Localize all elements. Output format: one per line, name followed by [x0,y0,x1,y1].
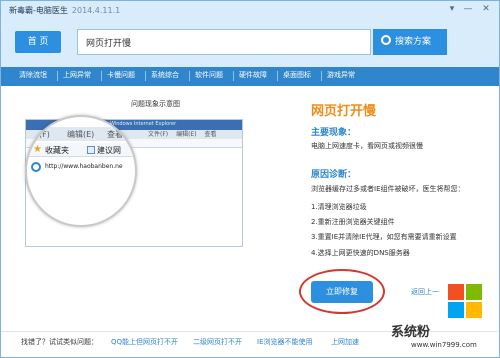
suggest-label: 建议网 [97,146,121,155]
divider [233,71,234,81]
category-nav: 清除流氓 上网异常 卡慢问题 系统综合 软件问题 硬件故障 桌面图标 游戏异常 [1,67,499,86]
category-item[interactable]: 硬件故障 [239,70,267,80]
fix-step: 2.重新注册浏览器关键组件 [311,218,395,226]
category-item[interactable]: 系统综合 [151,70,179,80]
ie-icon [31,162,41,172]
home-button[interactable]: 首 页 [15,31,61,53]
back-link[interactable]: 返回上一 [411,287,439,297]
logo-quadrant [448,284,464,300]
app-name: 新毒霸-电脑医生 [9,6,68,15]
problem-title: 网页打开慢 [311,104,377,119]
search-input[interactable] [86,35,356,50]
diagnosis-heading: 原因诊断： [311,170,357,180]
close-icon[interactable]: ✕ [479,3,493,15]
fix-step: 3.重置IE并清除IE代理，如您有需要请重新设置 [311,233,457,241]
app-window: 新毒霸-电脑医生2014.4.11.1 ▾ — ✕ 首 页 搜索方案 清除流氓 … [0,0,500,358]
category-item[interactable]: 软件问题 [195,70,223,80]
browser-menu-item: 查看 [204,131,217,138]
fix-step: 1.清理浏览器垃圾 [311,203,367,211]
windows-logo-icon [448,284,482,318]
search-box [77,29,371,55]
related-link[interactable]: IE浏览器不能使用 [257,337,313,347]
divider [57,71,58,81]
footer-label: 找错了？试试类似问题： [21,338,98,346]
magnified-menu-item: 件(F) [31,130,50,139]
logo-quadrant [466,284,482,300]
divider [277,71,278,81]
watermark-url: www.win7999.com [411,341,477,349]
divider [189,71,190,81]
title-bar: 新毒霸-电脑医生 2014.4.11.1 ▾ — ✕ [1,1,499,19]
repair-button[interactable]: 立即修复 [311,281,373,303]
favorites-label: 收藏夹 [45,146,69,155]
watermark-brand: 系统粉 [391,325,431,340]
category-item[interactable]: 游戏异常 [327,70,355,80]
star-icon: ★ [33,144,42,155]
illustration-title: 问题现象示意图 [131,100,180,108]
divider [145,71,146,81]
diagnosis-text: 浏览器缓存过多或者IE组件被破坏，医生将帮您： [311,185,465,193]
magnified-menu-item: 编辑(E) [67,130,95,139]
magnifier-lens: 件(F) 编辑(E) 查看 ★ 收藏夹 建议网 http://www.haoba… [25,115,137,227]
symptom-text: 电脑上网速度卡，看网页或视频很慢 [311,142,423,150]
divider [321,71,322,81]
url-text: http://www.haobanben.ne [45,163,123,170]
symptom-heading: 主要现象： [311,128,357,138]
related-link[interactable]: 二级网页打不开 [193,337,242,347]
header: 首 页 搜索方案 [1,19,499,67]
favorites-bar: ★ 收藏夹 建议网 [27,143,135,157]
category-item[interactable]: 桌面图标 [283,70,311,80]
app-version: 2014.4.11.1 [71,6,121,15]
browser-menu-item: 编辑(E) [176,131,197,138]
category-item[interactable]: 上网异常 [63,70,91,80]
divider [101,71,102,81]
window-title: 新毒霸-电脑医生 2014.4.11.1 [9,5,120,16]
related-link[interactable]: 上网加速 [331,337,359,347]
magnified-url: http://www.haobanben.ne [27,161,135,175]
search-button[interactable]: 搜索方案 [373,29,447,55]
minimize-icon[interactable]: — [461,3,475,15]
magnified-menu: 件(F) 编辑(E) 查看 [27,127,135,141]
suggest-icon [87,146,95,154]
search-button-label: 搜索方案 [395,37,432,47]
fix-step: 4.选择上网更快速的DNS服务器 [311,249,410,257]
skin-icon[interactable]: ▾ [445,3,459,15]
logo-quadrant [448,302,464,318]
logo-quadrant [466,302,482,318]
magnified-menu-item: 查看 [107,130,123,139]
related-link[interactable]: QQ能上但网页打不开 [111,337,178,347]
browser-menu-item: 文件(F) [148,131,169,138]
category-item[interactable]: 清除流氓 [19,70,47,80]
search-icon [381,35,391,45]
category-item[interactable]: 卡慢问题 [107,70,135,80]
